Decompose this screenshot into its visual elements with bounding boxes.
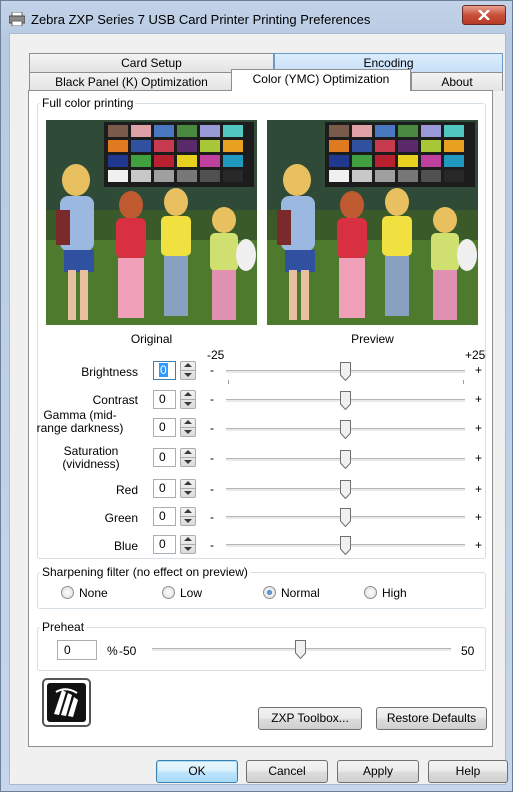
green-label: Green (104, 511, 138, 525)
green-slider-thumb[interactable] (340, 508, 351, 527)
spin-up-icon[interactable] (184, 481, 192, 485)
contrast-minus: - (210, 392, 214, 406)
spin-down-icon[interactable] (184, 402, 192, 406)
brightness-slider-thumb[interactable] (340, 362, 351, 381)
red-input[interactable]: 0 (153, 479, 176, 498)
original-image (46, 120, 257, 325)
apply-button[interactable]: Apply (337, 760, 419, 783)
brightness-label: Brightness (81, 365, 138, 379)
spin-down-icon[interactable] (184, 460, 192, 464)
brightness-input[interactable]: 0 (153, 361, 176, 380)
radio-circle-icon[interactable] (61, 586, 74, 599)
saturation-label-line2: (vividness) (62, 457, 120, 471)
spin-down-icon[interactable] (184, 519, 192, 523)
preview-image (267, 120, 478, 325)
spin-up-icon[interactable] (184, 363, 192, 367)
saturation-plus: + (475, 451, 483, 465)
blue-spinner[interactable] (180, 535, 196, 554)
gamma-spinner[interactable] (180, 418, 196, 437)
blue-input[interactable]: 0 (153, 535, 176, 554)
red-plus: + (475, 482, 483, 496)
spin-down-icon[interactable] (184, 373, 192, 377)
saturation-slider-thumb[interactable] (340, 450, 351, 469)
red-label: Red (115, 483, 138, 497)
tab-panel-color-optimization: Full color printing Original Preview -25… (28, 90, 493, 747)
brightness-plus: + (475, 363, 483, 377)
printer-icon (8, 11, 26, 27)
gamma-input[interactable]: 0 (153, 418, 176, 437)
blue-label: Blue (113, 539, 138, 553)
tab-color-optimization[interactable]: Color (YMC) Optimization (231, 69, 411, 91)
spin-down-icon[interactable] (184, 547, 192, 551)
gamma-plus: + (475, 421, 483, 435)
zebra-logo[interactable] (42, 678, 91, 727)
help-button[interactable]: Help (428, 760, 508, 783)
full-color-legend: Full color printing (40, 96, 136, 110)
preheat-input[interactable]: 0 (57, 640, 97, 660)
saturation-minus: - (210, 451, 214, 465)
green-minus: - (210, 510, 214, 524)
original-caption: Original (130, 332, 173, 346)
tick-mark (463, 380, 464, 384)
radio-selected-icon[interactable] (263, 586, 276, 599)
close-icon (478, 10, 490, 20)
spin-down-icon[interactable] (184, 430, 192, 434)
zebra-head-icon (47, 683, 86, 722)
tick-mark (228, 380, 229, 384)
preheat-legend: Preheat (40, 620, 87, 634)
contrast-slider-thumb[interactable] (340, 391, 351, 410)
spin-up-icon[interactable] (184, 420, 192, 424)
tab-about[interactable]: About (411, 72, 503, 91)
title-bar[interactable]: Zebra ZXP Series 7 USB Card Printer Prin… (1, 1, 512, 35)
cancel-button[interactable]: Cancel (246, 760, 328, 783)
radio-circle-icon[interactable] (162, 586, 175, 599)
brightness-spinner[interactable] (180, 361, 196, 380)
green-spinner[interactable] (180, 507, 196, 526)
preheat-min-label: -50 (119, 644, 137, 658)
scale-min-label: -25 (207, 348, 225, 362)
blue-plus: + (475, 538, 483, 552)
red-slider-thumb[interactable] (340, 480, 351, 499)
spin-up-icon[interactable] (184, 537, 192, 541)
red-minus: - (210, 482, 214, 496)
contrast-label: Contrast (92, 393, 138, 407)
radio-circle-icon[interactable] (364, 586, 377, 599)
contrast-plus: + (475, 392, 483, 406)
saturation-spinner[interactable] (180, 448, 196, 467)
green-plus: + (475, 510, 483, 524)
preview-caption: Preview (351, 332, 394, 346)
gamma-slider-thumb[interactable] (340, 420, 351, 439)
zxp-toolbox-button[interactable]: ZXP Toolbox... (258, 707, 362, 730)
spin-up-icon[interactable] (184, 509, 192, 513)
green-input[interactable]: 0 (153, 507, 176, 526)
scale-max-label: +25 (465, 348, 486, 362)
spin-down-icon[interactable] (184, 491, 192, 495)
contrast-spinner[interactable] (180, 390, 196, 409)
sharpening-legend: Sharpening filter (no effect on preview) (40, 565, 250, 579)
tab-black-panel-optimization[interactable]: Black Panel (K) Optimization (29, 72, 234, 91)
preheat-slider-thumb[interactable] (295, 640, 306, 659)
contrast-input[interactable]: 0 (153, 390, 176, 409)
ok-button[interactable]: OK (156, 760, 238, 783)
gamma-minus: - (210, 421, 214, 435)
close-button[interactable] (462, 5, 506, 25)
preheat-unit: % (107, 644, 118, 658)
blue-slider-thumb[interactable] (340, 536, 351, 555)
spin-up-icon[interactable] (184, 450, 192, 454)
brightness-minus: - (210, 363, 214, 377)
saturation-input[interactable]: 0 (153, 448, 176, 467)
dialog-window: Zebra ZXP Series 7 USB Card Printer Prin… (0, 0, 513, 792)
red-spinner[interactable] (180, 479, 196, 498)
spin-up-icon[interactable] (184, 392, 192, 396)
gamma-label-line2: range darkness) (36, 421, 124, 435)
restore-defaults-button[interactable]: Restore Defaults (376, 707, 487, 730)
window-title: Zebra ZXP Series 7 USB Card Printer Prin… (31, 12, 371, 27)
blue-minus: - (210, 538, 214, 552)
preheat-max-label: 50 (461, 644, 475, 658)
